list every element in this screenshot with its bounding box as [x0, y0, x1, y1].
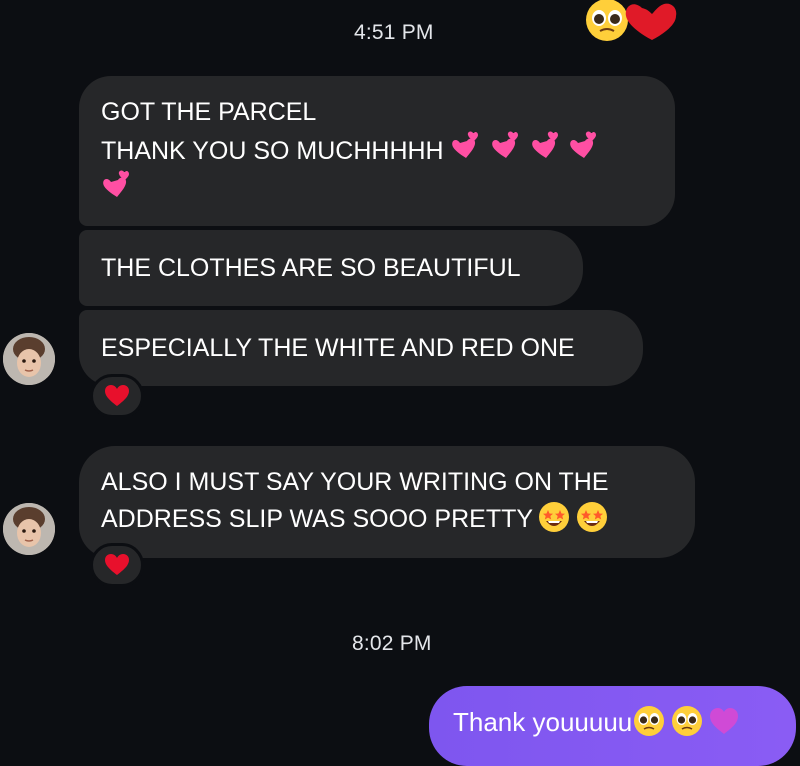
- red-heart-icon: [105, 554, 129, 575]
- avatar[interactable]: [3, 503, 55, 555]
- outgoing-message[interactable]: Thank youuuuu: [429, 686, 796, 766]
- pleading-face-icon: [634, 706, 739, 736]
- avatar-image: [3, 333, 55, 385]
- avatar[interactable]: [3, 333, 55, 385]
- two-hearts-icon: [451, 131, 596, 158]
- incoming-message[interactable]: GOT THE PARCEL THANK YOU SO MUCHHHHH: [79, 76, 675, 226]
- message-text: ESPECIALLY THE WHITE AND RED ONE: [101, 334, 575, 362]
- incoming-message[interactable]: ESPECIALLY THE WHITE AND RED ONE: [79, 310, 643, 386]
- message-reaction[interactable]: [90, 543, 144, 587]
- two-hearts-icon: [103, 170, 129, 197]
- avatar-image: [3, 503, 55, 555]
- timestamp: 4:51 PM: [354, 21, 434, 44]
- message-text: THE CLOTHES ARE SO BEAUTIFUL: [101, 254, 521, 282]
- message-text: THANK YOU SO MUCHHHHH: [101, 137, 444, 165]
- timestamp: 8:02 PM: [352, 632, 432, 655]
- message-reaction[interactable]: [90, 374, 144, 418]
- top-reaction-emojis: [586, 0, 678, 49]
- message-text: ALSO I MUST SAY YOUR WRITING ON THE: [101, 468, 609, 496]
- incoming-message[interactable]: THE CLOTHES ARE SO BEAUTIFUL: [79, 230, 583, 306]
- star-struck-icon: [539, 502, 608, 532]
- message-text: Thank youuuuu: [453, 707, 633, 737]
- red-heart-icon: [105, 385, 129, 406]
- pleading-face-icon: [586, 0, 677, 41]
- message-text: GOT THE PARCEL: [101, 98, 317, 126]
- incoming-message[interactable]: ALSO I MUST SAY YOUR WRITING ON THE ADDR…: [79, 446, 695, 558]
- message-text: ADDRESS SLIP WAS SOOO PRETTY: [101, 505, 534, 533]
